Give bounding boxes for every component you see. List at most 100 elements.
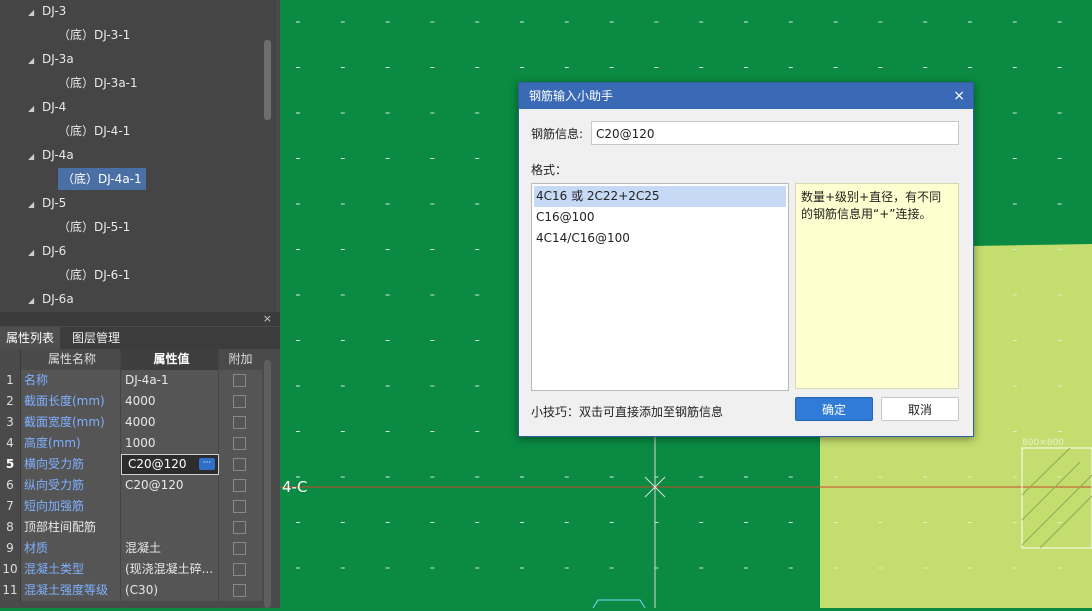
table-row[interactable]: 2 截面长度(mm) 4000: [0, 391, 262, 412]
property-name: 短向加强筋: [21, 496, 121, 517]
extra-checkbox[interactable]: [233, 437, 246, 450]
format-note: 数量+级别+直径，有不同的钢筋信息用“+”连接。: [795, 183, 959, 389]
property-scrollbar[interactable]: [264, 360, 271, 608]
extra-checkbox[interactable]: [233, 542, 246, 555]
tree-leaf[interactable]: （底）DJ-3a-1: [58, 72, 138, 94]
property-value[interactable]: (现浇混凝土碎...: [121, 559, 219, 580]
property-value[interactable]: DJ-4a-1: [121, 370, 219, 391]
tree-leaf[interactable]: （底）DJ-6-1: [58, 264, 130, 286]
row-number: 9: [0, 538, 21, 559]
more-icon[interactable]: ···: [199, 458, 215, 470]
table-row[interactable]: 9 材质 混凝土: [0, 538, 262, 559]
row-number: 6: [0, 475, 21, 496]
expand-icon[interactable]: ◢: [28, 290, 38, 312]
property-value[interactable]: 4000: [121, 391, 219, 412]
expand-icon[interactable]: ◢: [28, 50, 38, 72]
tree-node[interactable]: ◢ DJ-6a: [28, 288, 74, 310]
tree-label: （底）DJ-3-1: [58, 28, 131, 42]
row-number: 4: [0, 433, 21, 454]
table-row[interactable]: 10 混凝土类型 (现浇混凝土碎...: [0, 559, 262, 580]
table-row[interactable]: 6 纵向受力筋 C20@120: [0, 475, 262, 496]
tree-leaf[interactable]: （底）DJ-3-1: [58, 24, 130, 46]
tree-node[interactable]: ◢ DJ-5: [28, 192, 66, 214]
extra-cell: [219, 391, 262, 412]
extra-checkbox[interactable]: [233, 521, 246, 534]
property-name: 材质: [21, 538, 121, 559]
extra-cell: [219, 559, 262, 580]
tree-node[interactable]: ◢ DJ-3: [28, 0, 66, 22]
expand-icon[interactable]: ◢: [28, 2, 38, 24]
column-size-label: 800×800: [1022, 438, 1064, 448]
tree-node[interactable]: ◢ DJ-3a: [28, 48, 74, 70]
format-item[interactable]: 4C16 或 2C22+2C25: [534, 186, 786, 207]
close-icon[interactable]: ×: [263, 312, 272, 326]
row-number: 1: [0, 370, 21, 391]
property-name: 截面长度(mm): [21, 391, 121, 412]
table-row[interactable]: 11 混凝土强度等级 (C30): [0, 580, 262, 601]
expand-icon[interactable]: ◢: [28, 98, 38, 120]
extra-checkbox[interactable]: [233, 479, 246, 492]
tab-properties[interactable]: 属性列表: [0, 327, 61, 349]
extra-checkbox[interactable]: [233, 584, 246, 597]
row-number: 11: [0, 580, 21, 601]
tree-leaf[interactable]: （底）DJ-4-1: [58, 120, 130, 142]
table-row[interactable]: 4 高度(mm) 1000: [0, 433, 262, 454]
panel-tabs: 属性列表 图层管理: [0, 327, 280, 349]
extra-checkbox[interactable]: [233, 458, 246, 471]
close-icon[interactable]: ×: [953, 83, 965, 109]
property-value[interactable]: [121, 496, 219, 517]
format-item[interactable]: C16@100: [532, 207, 788, 228]
property-value[interactable]: 4000: [121, 412, 219, 433]
format-list[interactable]: 4C16 或 2C22+2C25 C16@100 4C14/C16@100: [531, 183, 789, 391]
property-value[interactable]: 1000: [121, 433, 219, 454]
extra-checkbox[interactable]: [233, 563, 246, 576]
property-value-editor[interactable]: C20@120 ···: [121, 454, 219, 475]
panel-divider: ×: [0, 312, 280, 326]
expand-icon[interactable]: ◢: [28, 194, 38, 216]
header-name: 属性名称: [21, 349, 121, 370]
expand-icon[interactable]: ◢: [28, 146, 38, 168]
extra-cell: [219, 433, 262, 454]
property-value[interactable]: C20@120: [121, 475, 219, 496]
ok-button[interactable]: 确定: [795, 397, 873, 421]
table-row[interactable]: 8 顶部柱间配筋: [0, 517, 262, 538]
tree-label: （底）DJ-4-1: [58, 124, 131, 138]
tree-node[interactable]: ◢ DJ-4a: [28, 144, 74, 166]
extra-checkbox[interactable]: [233, 416, 246, 429]
header-num: [0, 349, 21, 370]
property-name: 混凝土强度等级: [21, 580, 121, 601]
tree-scrollbar[interactable]: [264, 40, 271, 120]
property-value[interactable]: [121, 517, 219, 538]
rebar-info-input[interactable]: C20@120: [591, 121, 959, 145]
tree-label: DJ-3: [42, 4, 67, 18]
property-value[interactable]: C20@120: [128, 457, 187, 471]
left-panel: ◢ DJ-3 （底）DJ-3-1 ◢ DJ-3a （底）DJ-3a-1 ◢ DJ-4 （底）DJ…: [0, 0, 280, 608]
row-number: 8: [0, 517, 21, 538]
tree-label: （底）DJ-5-1: [58, 220, 131, 234]
tree-node[interactable]: ◢ DJ-4: [28, 96, 66, 118]
tree-label: （底）DJ-3a-1: [58, 76, 138, 90]
property-name: 横向受力筋: [21, 454, 121, 475]
dialog-titlebar[interactable]: 钢筋输入小助手 ×: [519, 83, 973, 109]
tree-label: （底）DJ-4a-1: [62, 172, 142, 186]
tree-label: DJ-5: [42, 196, 67, 210]
property-value[interactable]: (C30): [121, 580, 219, 601]
tree-leaf[interactable]: （底）DJ-4a-1: [58, 168, 146, 190]
extra-checkbox[interactable]: [233, 395, 246, 408]
extra-checkbox[interactable]: [233, 500, 246, 513]
extra-checkbox[interactable]: [233, 374, 246, 387]
tree-leaf[interactable]: （底）DJ-5-1: [58, 216, 130, 238]
tree-label: DJ-6a: [42, 292, 74, 306]
tree-node[interactable]: ◢ DJ-6: [28, 240, 66, 262]
table-row[interactable]: 3 截面宽度(mm) 4000: [0, 412, 262, 433]
extra-cell: [219, 370, 262, 391]
table-row[interactable]: 1 名称 DJ-4a-1: [0, 370, 262, 391]
tree-label: DJ-3a: [42, 52, 74, 66]
expand-icon[interactable]: ◢: [28, 242, 38, 264]
format-item[interactable]: 4C14/C16@100: [532, 228, 788, 249]
property-value[interactable]: 混凝土: [121, 538, 219, 559]
table-row[interactable]: 7 短向加强筋: [0, 496, 262, 517]
cancel-button[interactable]: 取消: [881, 397, 959, 421]
tab-layers[interactable]: 图层管理: [66, 327, 126, 349]
table-row[interactable]: 5 横向受力筋 C20@120 ···: [0, 454, 262, 475]
